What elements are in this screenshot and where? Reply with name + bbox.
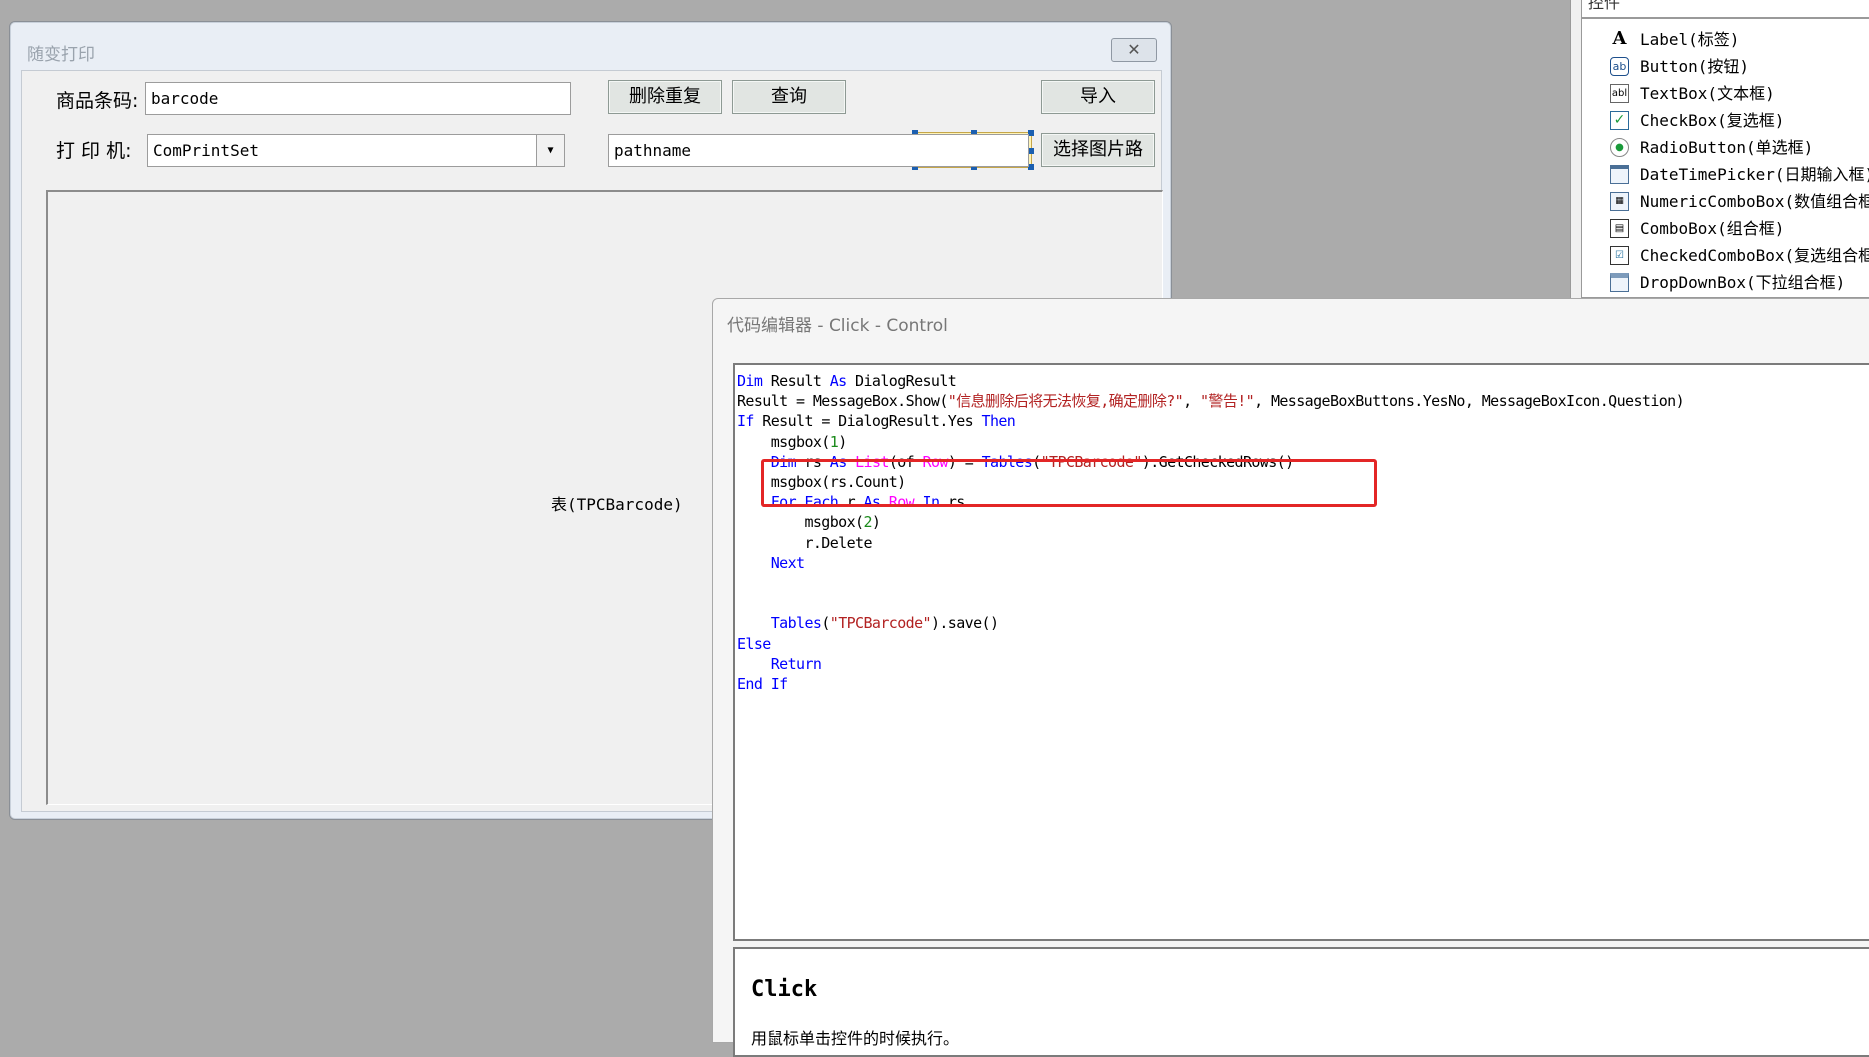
help-panel: Click 用鼠标单击控件的时候执行。 [733,947,1869,1057]
query-button[interactable]: 查询 [732,80,846,114]
code-token: "TPCBarcode" [829,614,932,633]
path-textbox[interactable]: pathname [608,134,1029,167]
code-token: Dim [737,372,763,390]
code-token: ) [838,432,847,451]
code-token: msgbox( [737,513,864,532]
code-token: ( [821,614,830,633]
close-icon: ✕ [1127,40,1141,59]
barcode-label: 商品条码: [56,90,139,112]
toolbox-item-text: CheckedComboBox(复选组合框) [1640,246,1869,265]
dropdown-icon [1610,273,1629,292]
code-token: Result [762,372,830,390]
code-editor[interactable]: Dim Result As DialogResult Result = Messa… [733,363,1869,941]
textbox-icon: abl [1610,84,1629,103]
toolbox-header: 控件 [1581,0,1869,18]
code-token: DialogResult [846,372,957,390]
help-title: Click [751,977,818,1002]
combobox-icon: ▤ [1610,219,1629,238]
toolbox-item-text: ComboBox(组合框) [1640,219,1785,238]
button-icon: ab [1610,57,1629,76]
numeric-combo-icon: ▦ [1610,192,1629,211]
checkbox-icon: ✓ [1610,111,1629,130]
toolbox-item-text: DropDownBox(下拉组合框) [1640,273,1846,292]
code-token: "警告!" [1199,392,1255,411]
radio-icon: ● [1610,138,1629,157]
editor-title: 代码编辑器 - Click - Control [727,316,948,336]
code-token: As [829,372,847,390]
code-token: 1 [829,432,839,451]
toolbox-item-text: RadioButton(单选框) [1640,138,1814,157]
code-line: Next [737,551,805,575]
code-token: ).save() [930,614,999,633]
code-token: If [737,412,754,431]
close-button[interactable]: ✕ [1111,38,1157,62]
toolbox-item-text: DateTimePicker(日期输入框) [1640,165,1869,184]
code-token: msgbox( [737,432,831,451]
code-line: End If [737,672,788,696]
code-token: r.Delete [737,533,872,552]
form-title: 随变打印 [27,45,95,65]
code-token: "信息删除后将无法恢复,确定删除?" [947,392,1184,411]
barcode-textbox[interactable]: barcode [145,82,571,115]
printer-combobox[interactable]: ComPrintSet ▼ [147,134,565,167]
code-token: Result = DialogResult.Yes [753,412,982,431]
toolbox-item-text: Button(按钮) [1640,57,1750,76]
calendar-icon [1610,165,1629,184]
toolbox-panel: 控件 A Label(标签) ab Button(按钮) abl TextBox… [1570,0,1869,298]
code-token: Return [770,654,822,673]
code-token: ) [871,513,881,532]
help-description: 用鼠标单击控件的时候执行。 [751,1029,960,1048]
code-line: Tables("TPCBarcode").save() [737,611,999,635]
toolbox-item-text: TextBox(文本框) [1640,84,1775,103]
code-editor-window: 代码编辑器 - Click - Control Dim Result As Di… [712,298,1869,1057]
choose-image-button[interactable]: 选择图片路 [1041,133,1155,167]
code-token: Next [770,553,805,572]
delete-duplicates-button[interactable]: 删除重复 [608,80,722,114]
toolbox-list: A Label(标签) ab Button(按钮) abl TextBox(文本… [1581,18,1869,298]
code-token: Tables [770,614,822,633]
grid-label: 表(TPCBarcode) [551,495,683,514]
printer-combobox-value: ComPrintSet [153,141,259,160]
code-token: Result = MessageBox.Show( [737,392,948,411]
highlight-annotation [761,459,1377,507]
code-token: , MessageBoxButtons.YesNo, MessageBoxIco… [1254,392,1685,411]
code-token: Else [737,634,771,653]
toolbox-item-text: Label(标签) [1640,30,1740,49]
code-token: 2 [863,513,872,532]
toolbox-item-text: NumericComboBox(数值组合框) [1640,192,1869,211]
label-icon: A [1612,28,1627,49]
code-token: End If [737,675,788,693]
code-token: , [1183,392,1200,411]
code-token: Then [981,412,1016,431]
chevron-down-icon[interactable]: ▼ [536,135,564,166]
toolbox-item-text: CheckBox(复选框) [1640,111,1785,130]
checked-combo-icon: ☑ [1610,246,1629,265]
import-button[interactable]: 导入 [1041,80,1155,114]
printer-label: 打 印 机: [56,140,132,162]
